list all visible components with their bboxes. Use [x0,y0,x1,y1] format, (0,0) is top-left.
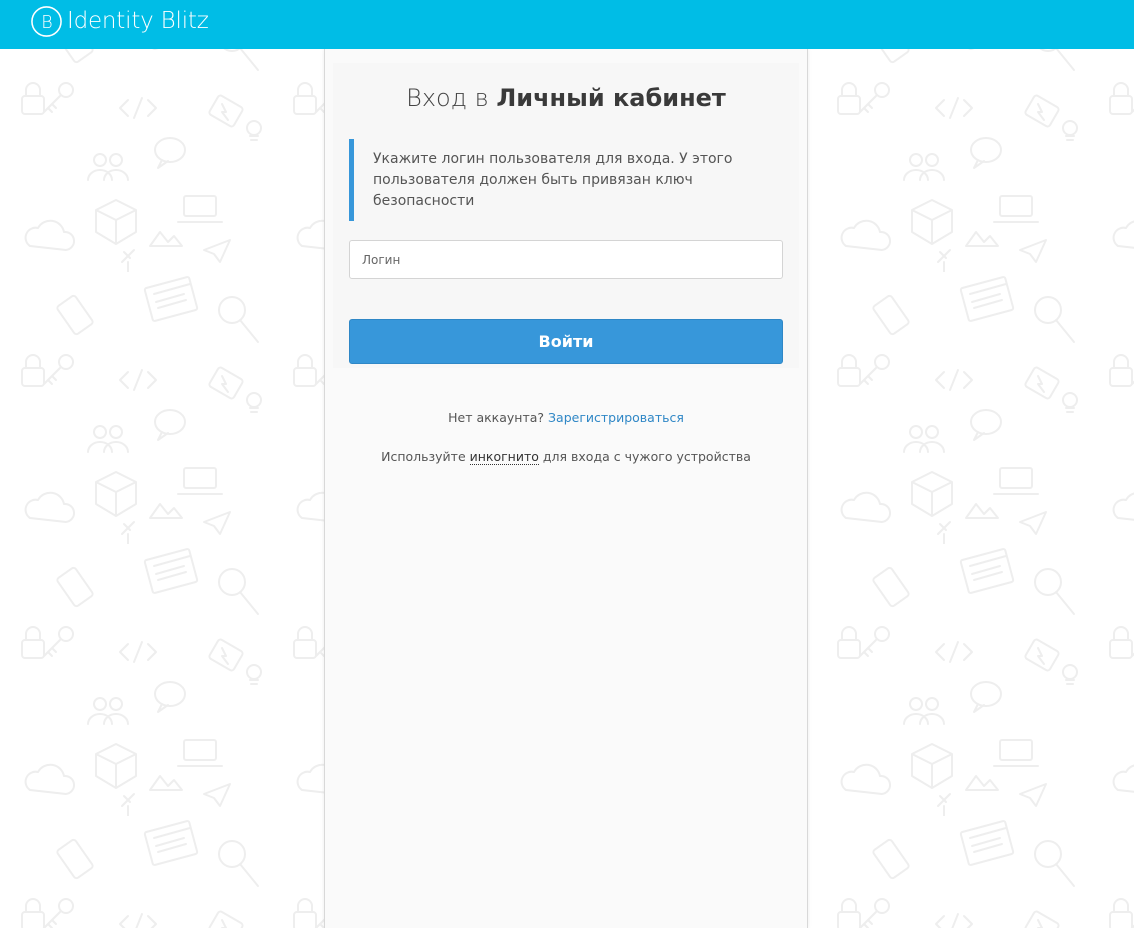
brand-logo-icon: B [31,5,62,37]
brand-name: Identity Blitz [67,8,209,34]
incognito-suffix: для входа с чужого устройства [542,449,751,464]
incognito-prefix: Используйте [381,449,466,464]
incognito-hint: Используйте инкогнито для входа с чужого… [324,449,808,465]
no-account-text: Нет аккаунта? [448,410,545,425]
brand-logo-letter: B [41,12,52,32]
register-link[interactable]: Зарегистрироваться [548,410,684,425]
register-prompt: Нет аккаунта? Зарегистрироваться [324,410,808,425]
incognito-link[interactable]: инкогнито [469,449,539,465]
page-title: Вход в Личный кабинет [324,84,808,112]
page-title-prefix: Вход в [406,84,489,112]
top-header-bar: B Identity Blitz [0,0,1134,49]
login-submit-button[interactable]: Войти [349,319,783,364]
security-key-notice: Укажите логин пользователя для входа. У … [349,139,783,221]
page-title-emphasis: Личный кабинет [496,84,726,112]
brand-logo[interactable]: B Identity Blitz [30,4,209,38]
login-input[interactable] [349,240,783,279]
